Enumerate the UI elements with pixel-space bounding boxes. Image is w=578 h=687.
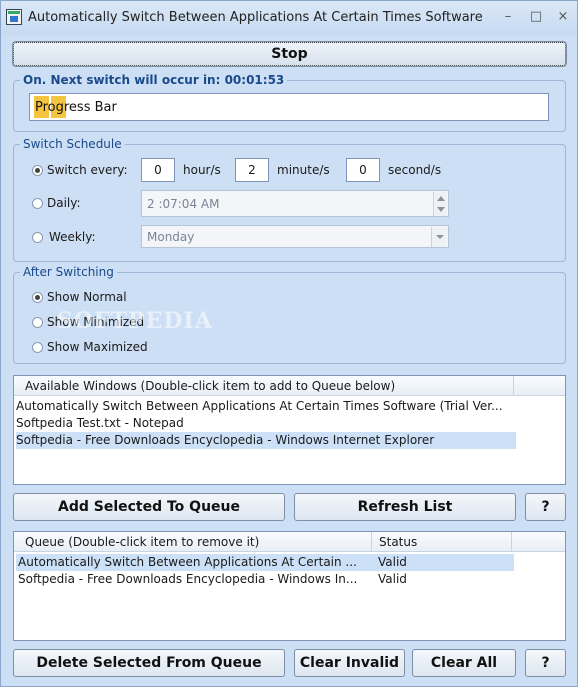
next-switch-countdown: On. Next switch will occur in: 00:01:53: [20, 73, 288, 87]
queue-status-column-header[interactable]: Status: [372, 532, 512, 552]
switch-every-radio[interactable]: [32, 165, 43, 176]
help-button-bottom[interactable]: ?: [525, 649, 566, 677]
weekly-radio[interactable]: [32, 232, 43, 243]
time-spinner[interactable]: [433, 192, 447, 216]
daily-label: Daily:: [47, 196, 81, 210]
weekly-day-value: Monday: [147, 229, 195, 244]
app-icon: [6, 9, 22, 25]
progress-bar: Progress Bar: [29, 93, 549, 121]
show-normal-label: Show Normal: [47, 290, 127, 304]
available-windows-column-header[interactable]: Available Windows (Double-click item to …: [14, 376, 514, 396]
minutes-input[interactable]: 2: [235, 158, 269, 182]
available-window-item[interactable]: Softpedia - Free Downloads Encyclopedia …: [16, 432, 516, 449]
chevron-down-icon[interactable]: [431, 227, 447, 247]
spin-up-icon[interactable]: [437, 196, 445, 201]
refresh-list-button[interactable]: Refresh List: [294, 493, 516, 521]
delete-from-queue-button[interactable]: Delete Selected From Queue: [13, 649, 285, 677]
queue-row[interactable]: Automatically Switch Between Application…: [16, 554, 514, 571]
available-windows-header: Available Windows (Double-click item to …: [14, 376, 565, 396]
queue-row-name: Softpedia - Free Downloads Encyclopedia …: [18, 572, 358, 586]
queue-list[interactable]: Queue (Double-click item to remove it) S…: [13, 531, 566, 641]
clear-invalid-button[interactable]: Clear Invalid: [294, 649, 405, 677]
queue-header: Queue (Double-click item to remove it) S…: [14, 532, 565, 552]
show-maximized-radio[interactable]: [32, 342, 43, 353]
daily-radio[interactable]: [32, 198, 43, 209]
window-title: Automatically Switch Between Application…: [28, 10, 483, 25]
available-window-item[interactable]: Automatically Switch Between Application…: [16, 398, 516, 415]
switch-schedule-title: Switch Schedule: [20, 137, 125, 151]
weekly-label: Weekly:: [49, 230, 96, 244]
clear-all-button[interactable]: Clear All: [412, 649, 516, 677]
show-maximized-label: Show Maximized: [47, 340, 148, 354]
stop-button[interactable]: Stop: [12, 41, 567, 67]
after-switching-title: After Switching: [20, 265, 117, 279]
daily-time-picker[interactable]: 2 :07:04 AM: [141, 190, 449, 217]
progress-label: Progress Bar: [35, 100, 117, 115]
hours-input[interactable]: 0: [141, 158, 175, 182]
add-to-queue-button[interactable]: Add Selected To Queue: [13, 493, 285, 521]
queue-row-name: Automatically Switch Between Application…: [18, 555, 357, 569]
show-minimized-radio[interactable]: [32, 317, 43, 328]
available-window-item[interactable]: Softpedia Test.txt - Notepad: [16, 415, 516, 432]
queue-row-status: Valid: [378, 572, 407, 586]
queue-name-column-header[interactable]: Queue (Double-click item to remove it): [14, 532, 372, 552]
minutes-unit-label: minute/s: [277, 163, 330, 177]
spin-down-icon[interactable]: [437, 207, 445, 212]
maximize-button[interactable]: □: [525, 9, 547, 25]
title-bar[interactable]: Automatically Switch Between Application…: [1, 1, 577, 35]
softpedia-watermark: SOFTPEDIA: [57, 308, 213, 334]
seconds-input[interactable]: 0: [346, 158, 380, 182]
show-normal-radio[interactable]: [32, 292, 43, 303]
minimize-button[interactable]: –: [497, 9, 519, 25]
app-window: Automatically Switch Between Application…: [0, 0, 578, 687]
help-button[interactable]: ?: [525, 493, 566, 521]
queue-row[interactable]: Softpedia - Free Downloads Encyclopedia …: [16, 571, 514, 588]
hours-unit-label: hour/s: [183, 163, 221, 177]
daily-time-value: 2 :07:04 AM: [147, 196, 220, 211]
close-button[interactable]: ×: [552, 9, 574, 25]
weekly-day-select[interactable]: Monday: [141, 225, 449, 248]
switch-every-label: Switch every:: [47, 163, 128, 177]
available-windows-list[interactable]: Available Windows (Double-click item to …: [13, 375, 566, 485]
queue-row-status: Valid: [378, 555, 407, 569]
seconds-unit-label: second/s: [388, 163, 442, 177]
